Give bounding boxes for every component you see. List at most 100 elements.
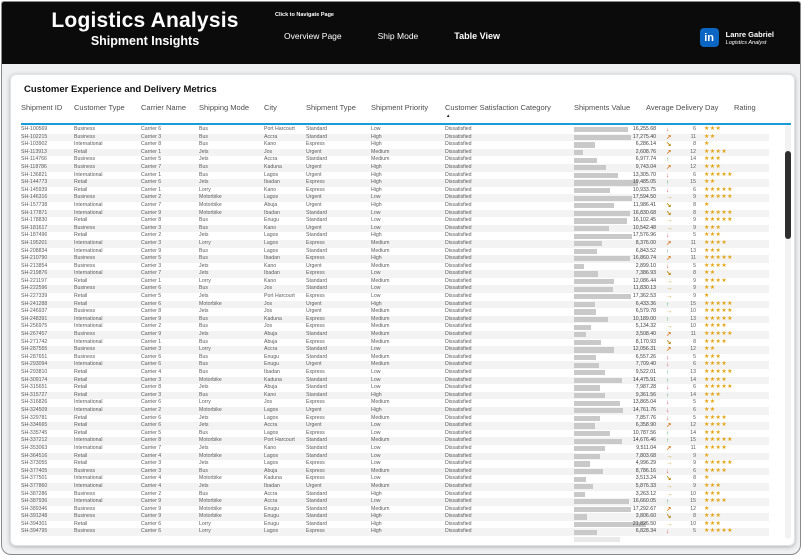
cell-customer-type: Retail (74, 384, 88, 391)
cell-customer-type: Retail (74, 217, 88, 224)
table-row-partial[interactable] (21, 536, 769, 542)
table-row[interactable]: SH-221197 Retail Carrier 1 Lorry Kano Standar… (21, 278, 769, 286)
column-header-shipment-priority[interactable]: Shipment Priority (371, 103, 445, 112)
column-header-city[interactable]: City (264, 103, 306, 112)
table-row[interactable]: SH-287651 Business Carrier 6 Bus Enugu Standa… (21, 354, 769, 362)
table-row[interactable]: SH-145939 Retail Carrier 1 Lorry Kano Express… (21, 187, 769, 195)
table-row[interactable]: SH-309174 Retail Carrier 3 Motorbike Kaduna S… (21, 376, 769, 385)
table-row[interactable]: SH-103902 International Carrier 8 Bus Kano Ex… (21, 141, 769, 149)
cell-city: Lagos (264, 194, 279, 201)
table-row[interactable]: SH-377860 International Carrier 4 Jets Ibada… (21, 482, 769, 491)
cell-shipment-priority: Low (371, 429, 381, 436)
table-row[interactable]: SH-102215 Business Carrier 3 Bus Accra Standa… (21, 133, 769, 142)
value-data-bar (574, 514, 587, 520)
table-row[interactable]: SH-271742 International Carrier 1 Bus Abuja E… (21, 339, 769, 347)
table-row[interactable]: SH-100569 Business Carrier 6 Bus Port Harcou… (21, 126, 769, 134)
table-row[interactable]: SH-389346 Business Carrier 9 Motorbike Enugu… (21, 506, 769, 514)
table-row[interactable]: SH-377501 International Carrier 4 Motorbike… (21, 475, 769, 483)
cell-carrier-name: Carrier 9 (141, 505, 162, 512)
cell-customer-type: Business (74, 528, 96, 535)
table-row[interactable]: SH-113913 Retail Carrier 1 Jets Jos Urgent Med… (21, 148, 769, 157)
table-row[interactable]: SH-246937 Business Carrier 8 Jets Jos Urgent M… (21, 308, 769, 316)
cell-shipment-type: Standard (306, 232, 328, 239)
table-row[interactable]: SH-222596 Business Carrier 6 Bus Jos Standard… (21, 285, 769, 294)
table-row[interactable]: SH-178830 Retail Carrier 8 Bus Enugu Standard… (21, 217, 769, 225)
table-row[interactable]: SH-227339 Retail Carrier 5 Jets Port Harcour… (21, 293, 769, 301)
cell-satisfaction: Dissatisfied (445, 346, 472, 353)
cell-shipment-type: Standard (306, 331, 328, 338)
cell-shipment-priority: High (371, 232, 382, 239)
table-row[interactable]: SH-329781 Retail Carrier 6 Jets Lagos Express… (21, 415, 769, 423)
table-row[interactable]: SH-364516 Retail Carrier 4 Motorbike Lagos St… (21, 452, 769, 461)
cell-shipment-id: SH-364516 (21, 452, 48, 459)
cell-shipment-type: Standard (306, 376, 328, 383)
nav-table-view[interactable]: Table View (454, 31, 500, 41)
table-row[interactable]: SH-267457 Business Carrier 9 Jets Abuja Stand… (21, 331, 769, 339)
table-row[interactable]: SH-181617 Business Carrier 3 Bus Kano Urgent L… (21, 224, 769, 233)
table-row[interactable]: SH-335745 Retail Carrier 5 Bus Lagos Express L… (21, 430, 769, 438)
cell-shipment-type: Urgent (306, 482, 322, 489)
table-row[interactable]: SH-256975 International Carrier 2 Bus Jos Exp… (21, 323, 769, 331)
table-row[interactable]: SH-213854 Business Carrier 3 Jets Kano Urgent… (21, 263, 769, 271)
column-header-customer-satisfaction-category[interactable]: Customer Satisfaction Category ▲ (445, 103, 574, 118)
cell-satisfaction: Dissatisfied (445, 262, 472, 269)
cell-shipments-value: 7,987.28 (574, 384, 664, 392)
table-row[interactable]: SH-195201 International Carrier 3 Lorry Lago… (21, 239, 769, 248)
table-row[interactable]: SH-315651 Retail Carrier 8 Jets Abuja Standar… (21, 384, 769, 392)
column-header-rating[interactable]: Rating (698, 103, 769, 112)
table-row[interactable]: SH-394795 Business Carrier 6 Lorry Lagos Expr… (21, 528, 769, 537)
table-row[interactable]: SH-248391 International Carrier 9 Bus Kaduna… (21, 315, 769, 324)
cell-satisfaction: Dissatisfied (445, 376, 472, 383)
table-row[interactable]: SH-136821 International Carrier 1 Bus Lagos U… (21, 172, 769, 180)
table-row[interactable]: SH-315727 Retail Carrier 3 Bus Kano Standard H… (21, 391, 769, 400)
table-row[interactable]: SH-387286 Business Carrier 2 Bus Accra Standa… (21, 491, 769, 499)
column-header-customer-type[interactable]: Customer Type (74, 103, 141, 112)
table-row[interactable]: SH-144773 Retail Carrier 6 Jets Ibadan Expres… (21, 179, 769, 187)
table-row[interactable]: SH-219876 International Carrier 7 Jets Ibada… (21, 270, 769, 278)
cell-city: Lagos (264, 239, 279, 246)
table-row[interactable]: SH-316826 International Carrier 6 Lorry Jos E… (21, 399, 769, 407)
cell-avg-delivery-day: → 9 (664, 225, 698, 233)
column-header-carrier-name[interactable]: Carrier Name (141, 103, 199, 112)
table-row[interactable]: SH-208834 International Carrier 9 Bus Lagos S… (21, 248, 769, 256)
column-header-average-delivery-day[interactable]: Average Delivery Day (646, 103, 718, 112)
star-rating: ★★★★ (704, 414, 728, 421)
report-title: Logistics Analysis (51, 9, 239, 32)
table-row[interactable]: SH-324509 International Carrier 2 Motorbike… (21, 406, 769, 415)
table-row[interactable]: SH-157738 International Carrier 7 Motorbike… (21, 202, 769, 210)
star-rating: ★★★★ (704, 422, 728, 429)
table-row[interactable]: SH-373055 Retail Carrier 3 Jets Lagos Express… (21, 460, 769, 468)
table-row[interactable]: SH-210790 Business Carrier 5 Bus Ibadan Expre… (21, 255, 769, 263)
table-row[interactable]: SH-353063 International Carrier 7 Jets Kano S… (21, 445, 769, 453)
table-row[interactable]: SH-187496 Retail Carrier 2 Jets Lagos Standar… (21, 232, 769, 240)
table-row[interactable]: SH-387936 International Carrier 9 Motorbike… (21, 498, 769, 506)
table-row[interactable]: SH-241288 Retail Carrier 6 Motorbike Jos Urge… (21, 300, 769, 309)
table-row[interactable]: SH-334665 Retail Carrier 6 Jets Accra Urgent L… (21, 422, 769, 430)
table-row[interactable]: SH-391248 Business Carrier 9 Motorbike Enugu… (21, 513, 769, 521)
table-row[interactable]: SH-177871 International Carrier 9 Motorbike… (21, 209, 769, 218)
table-row[interactable]: SH-287555 Business Carrier 3 Lorry Accra Stan… (21, 346, 769, 354)
column-header-shipping-mode[interactable]: Shipping Mode (199, 103, 264, 112)
table-row[interactable]: SH-293094 International Carrier 6 Bus Enugu U… (21, 361, 769, 369)
nav-overview-page[interactable]: Overview Page (284, 31, 342, 41)
table-row[interactable]: SH-293810 Retail Carrier 4 Bus Ibadan Express… (21, 369, 769, 377)
column-header-shipment-id[interactable]: Shipment ID (21, 103, 74, 112)
cell-avg-delivery-day: → 10 (664, 491, 698, 499)
cell-shipping-mode: Bus (199, 163, 208, 170)
scrollbar-thumb[interactable] (785, 151, 791, 239)
linkedin-icon[interactable]: in (699, 28, 719, 47)
table-row[interactable]: SH-394301 Retail Carrier 6 Lorry Enugu Standa… (21, 521, 769, 529)
table-row[interactable]: SH-377405 Business Carrier 3 Bus Abuja Expres… (21, 467, 769, 476)
nav-ship-mode[interactable]: Ship Mode (378, 31, 419, 41)
table-row[interactable]: SH-146316 Business Carrier 2 Motorbike Lagos… (21, 194, 769, 202)
star-rating: ★★★★ (704, 323, 728, 330)
table-row[interactable]: SH-114766 Business Carrier 5 Jets Accra Stand… (21, 156, 769, 164)
column-header-shipment-type[interactable]: Shipment Type (306, 103, 371, 112)
vertical-scrollbar[interactable] (785, 125, 791, 539)
table-row[interactable]: SH-337212 International Carrier 8 Motorbike… (21, 437, 769, 445)
cell-shipments-value: 21,826.50 (574, 521, 664, 529)
table-row[interactable]: SH-118786 Business Carrier 7 Bus Kaduna Urgen… (21, 163, 769, 172)
cell-satisfaction: Dissatisfied (445, 186, 472, 193)
trend-up-arrow-icon: ↑ (666, 300, 670, 308)
star-rating: ★★★★★ (704, 460, 733, 467)
